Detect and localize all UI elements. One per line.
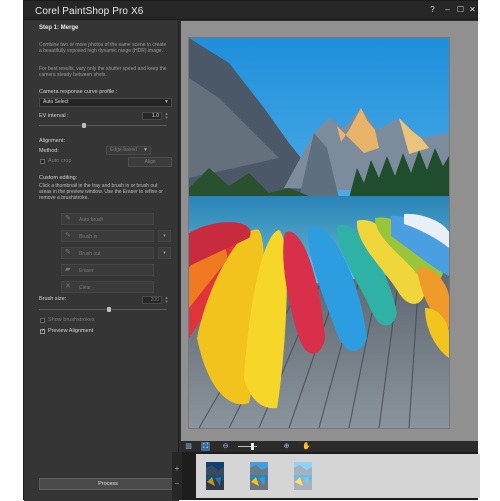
thumbnail-3-image <box>294 462 312 490</box>
clear-button[interactable]: ✕ Clear <box>61 281 154 293</box>
auto-crop-label: Auto crop <box>48 158 72 164</box>
merge-description: Combine two or more photos of the same s… <box>39 42 167 54</box>
thumbnail-1[interactable] <box>204 460 226 492</box>
method-label: Method: <box>39 148 59 154</box>
brush-size-label: Brush size: <box>39 296 67 302</box>
minimize-button[interactable]: – <box>443 5 452 15</box>
help-button[interactable]: ? <box>428 5 437 15</box>
zoom-out-icon[interactable]: ⊖ <box>221 442 230 451</box>
brush-out-dropdown[interactable]: ▾ <box>158 247 171 259</box>
thumbnail-1-image <box>206 462 224 490</box>
thumbnail-2-image <box>250 462 268 490</box>
title-bar: Corel PaintShop Pro X6 ? – ☐ ✕ <box>24 1 477 20</box>
show-brushstrokes-label: Show brushstrokes <box>48 317 95 323</box>
step-title: Step 1: Merge <box>39 25 79 31</box>
brush-in-icon: ✎ <box>65 232 71 239</box>
brush-in-label: Brush in <box>79 234 98 240</box>
lake-kayaks-photo <box>189 38 449 428</box>
app-title: Corel PaintShop Pro X6 <box>35 6 144 17</box>
fit-window-icon[interactable]: ⛶ <box>201 442 210 451</box>
thumbnail-2[interactable] <box>248 460 270 492</box>
close-button[interactable]: ✕ <box>468 5 477 15</box>
brush-in-dropdown[interactable]: ▾ <box>158 230 171 242</box>
pan-hand-icon[interactable]: ✋ <box>302 442 311 451</box>
custom-editing-description: Click a thumbnail in the tray and brush … <box>39 183 163 201</box>
auto-brush-label: Auto brush <box>79 217 104 223</box>
chevron-down-icon: ▼ <box>164 99 169 105</box>
chevron-down-icon: ▼ <box>143 147 148 153</box>
maximize-button[interactable]: ☐ <box>456 5 465 15</box>
hdr-settings-panel: Step 1: Merge Combine two or more photos… <box>24 21 179 501</box>
brush-size-spinner[interactable]: ▲ ▼ <box>164 296 169 304</box>
preview-toolbar: ▥ ⛶ ⊖ ⊕ ✋ <box>181 441 478 452</box>
preview-alignment-label: Preview Alignment <box>48 328 94 334</box>
brush-size-track[interactable] <box>39 309 167 310</box>
zoom-in-icon[interactable]: ⊕ <box>282 442 291 451</box>
method-select[interactable]: Edge-based ▼ <box>106 146 151 155</box>
eraser-button[interactable]: ▰ Eraser <box>61 264 154 276</box>
thumbnail-strip <box>196 454 480 498</box>
eraser-icon: ▰ <box>65 266 71 273</box>
auto-brush-button[interactable]: ✎ Auto brush <box>61 213 154 225</box>
ev-slider-track[interactable] <box>39 125 167 126</box>
custom-editing-heading: Custom editing: <box>39 175 78 181</box>
ev-spinner[interactable]: ▲ ▼ <box>164 112 169 120</box>
alignment-heading: Alignment: <box>39 138 65 144</box>
align-button[interactable]: Align <box>128 157 172 167</box>
method-select-value: Edge-based <box>110 147 137 153</box>
eraser-label: Eraser <box>79 268 94 274</box>
brush-size-thumb[interactable] <box>107 307 112 312</box>
zoom-slider-thumb[interactable] <box>251 443 254 450</box>
preview-alignment-checkbox[interactable] <box>40 328 45 334</box>
ev-label: EV interval : <box>39 113 69 119</box>
clear-label: Clear <box>79 285 91 291</box>
ev-slider-thumb[interactable] <box>81 123 86 128</box>
brush-out-button[interactable]: ✎ Brush out <box>61 247 154 259</box>
preview-image <box>189 38 449 428</box>
ev-input[interactable]: 1.0 <box>142 112 162 120</box>
crc-select[interactable]: Auto Select ▼ <box>39 98 172 107</box>
add-photo-icon[interactable]: + <box>173 465 181 473</box>
app-window: Corel PaintShop Pro X6 ? – ☐ ✕ Step 1: M… <box>23 0 480 501</box>
crc-label: Camera response curve profile : <box>39 89 118 95</box>
before-after-icon[interactable]: ▥ <box>184 442 193 451</box>
clear-icon: ✕ <box>65 283 71 290</box>
brush-in-button[interactable]: ✎ Brush in <box>61 230 154 242</box>
brush-out-label: Brush out <box>79 251 101 257</box>
process-button[interactable]: Process <box>39 478 177 490</box>
thumbnail-tray: + − <box>172 452 480 500</box>
preview-area[interactable] <box>181 21 478 441</box>
brush-out-icon: ✎ <box>65 249 71 256</box>
show-brushstrokes-checkbox[interactable] <box>40 318 45 323</box>
auto-crop-checkbox[interactable] <box>40 159 45 164</box>
thumbnail-3[interactable] <box>292 460 314 492</box>
auto-brush-icon: ✎ <box>65 215 71 222</box>
crc-select-value: Auto Select <box>43 99 69 105</box>
merge-tip: For best results, vary only the shutter … <box>39 66 167 78</box>
brush-size-input[interactable]: 200 <box>142 296 162 304</box>
remove-photo-icon[interactable]: − <box>173 480 181 488</box>
zoom-slider-track[interactable] <box>238 446 257 447</box>
tray-controls: + − <box>172 452 182 500</box>
